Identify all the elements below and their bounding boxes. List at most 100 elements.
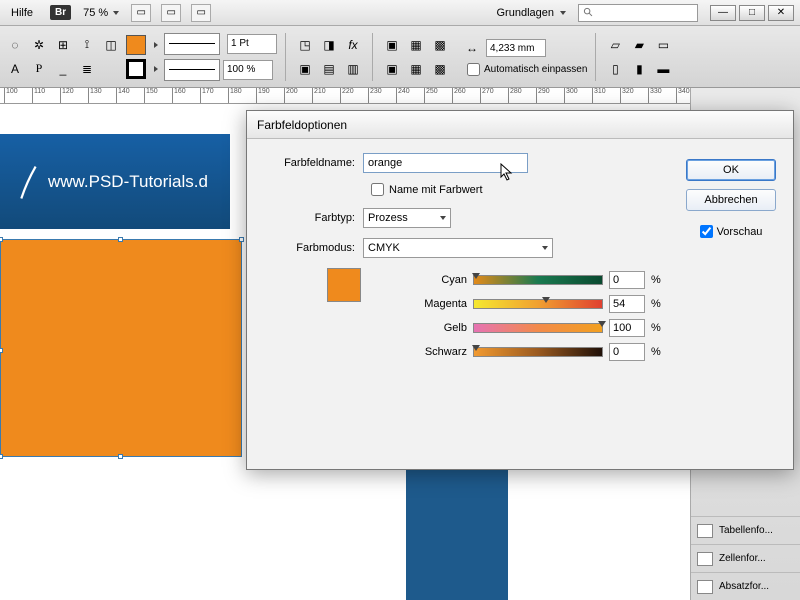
letter-a-icon[interactable]: A bbox=[4, 58, 26, 80]
menubar: Hilfe Br 75 % ▭ ▭ ▭ Grundlagen — □ ✕ bbox=[0, 0, 800, 26]
window-controls: — □ ✕ bbox=[710, 5, 794, 21]
search-input[interactable] bbox=[578, 4, 698, 22]
panel-item-label: Zellenfor... bbox=[719, 553, 766, 564]
stroke-preview[interactable] bbox=[164, 33, 220, 55]
maximize-button[interactable]: □ bbox=[739, 5, 765, 21]
crop-icon-3[interactable]: ▭ bbox=[652, 34, 674, 56]
yellow-label: Gelb bbox=[369, 322, 467, 334]
cell-styles-icon bbox=[697, 552, 713, 566]
swatch-name-input[interactable] bbox=[363, 153, 528, 173]
name-label: Farbfeldname: bbox=[259, 157, 363, 169]
reference-point-icon[interactable]: ⊞ bbox=[52, 34, 74, 56]
fit-icon-3[interactable]: ▩ bbox=[429, 34, 451, 56]
crop-icon-5[interactable]: ▮ bbox=[628, 58, 650, 80]
black-label: Schwarz bbox=[369, 346, 467, 358]
fx-icon[interactable]: fx bbox=[342, 34, 364, 56]
fill-swatch[interactable] bbox=[126, 35, 146, 55]
panel-item-label: Tabellenfo... bbox=[719, 525, 773, 536]
cyan-slider[interactable] bbox=[473, 275, 603, 285]
chevron-down-icon bbox=[113, 11, 119, 15]
chevron-right-icon[interactable] bbox=[154, 66, 158, 72]
wrap-icon-2[interactable]: ▤ bbox=[318, 58, 340, 80]
chevron-right-icon[interactable] bbox=[154, 42, 158, 48]
yellow-input[interactable] bbox=[609, 319, 645, 337]
cyan-label: Cyan bbox=[369, 274, 467, 286]
workspace-label: Grundlagen bbox=[497, 7, 555, 19]
crop-icon-2[interactable]: ▰ bbox=[628, 34, 650, 56]
table-styles-icon bbox=[697, 524, 713, 538]
preview-label: Vorschau bbox=[717, 226, 763, 238]
dialog-titlebar[interactable]: Farbfeldoptionen bbox=[247, 111, 793, 139]
stroke-style-preview[interactable] bbox=[164, 59, 220, 81]
chevron-down-icon bbox=[542, 246, 548, 250]
underscore-icon[interactable]: _ bbox=[52, 58, 74, 80]
magenta-input[interactable] bbox=[609, 295, 645, 313]
spread-icon[interactable]: ◫ bbox=[100, 34, 122, 56]
auto-fit-checkbox[interactable]: Automatisch einpassen bbox=[467, 63, 587, 76]
swatch-options-dialog: Farbfeldoptionen Farbfeldname: Name mit … bbox=[246, 110, 794, 470]
chevron-down-icon bbox=[440, 216, 446, 220]
effects-icon[interactable]: ◨ bbox=[318, 34, 340, 56]
view-mode-icon-3[interactable]: ▭ bbox=[191, 4, 211, 22]
view-mode-icon-1[interactable]: ▭ bbox=[131, 4, 151, 22]
menu-help[interactable]: Hilfe bbox=[6, 5, 38, 21]
ok-button[interactable]: OK bbox=[686, 159, 776, 181]
blank-tool[interactable] bbox=[100, 58, 122, 80]
magenta-slider[interactable] bbox=[473, 299, 603, 309]
panel-item-label: Absatzfor... bbox=[719, 581, 769, 592]
fit-icon-4[interactable]: ▣ bbox=[381, 58, 403, 80]
swatches bbox=[126, 34, 160, 80]
stroke-weight-input[interactable] bbox=[227, 34, 277, 54]
selected-rect-frame[interactable] bbox=[0, 239, 242, 457]
fit-icon-1[interactable]: ▣ bbox=[381, 34, 403, 56]
x-measure-input[interactable] bbox=[486, 39, 546, 57]
measure-icon[interactable]: ⟟ bbox=[76, 34, 98, 56]
fit-icon-2[interactable]: ▦ bbox=[405, 34, 427, 56]
options-toolbar: ◌ ✲ ⊞ ⟟ ◫ A P _ ≣ ◳ ◨ fx ▣ ▤ ▥ ▣ bbox=[0, 26, 800, 88]
colortype-select[interactable]: Prozess bbox=[363, 208, 451, 228]
close-button[interactable]: ✕ bbox=[768, 5, 794, 21]
panel-item-para-styles[interactable]: Absatzfor... bbox=[691, 572, 800, 600]
minimize-button[interactable]: — bbox=[710, 5, 736, 21]
panel-item-cell-styles[interactable]: Zellenfor... bbox=[691, 544, 800, 572]
crop-icon-1[interactable]: ▱ bbox=[604, 34, 626, 56]
zoom-selector[interactable]: 75 % bbox=[83, 7, 119, 19]
link-x-icon: ↔ bbox=[461, 37, 483, 59]
stroke-swatch[interactable] bbox=[126, 59, 146, 79]
para-styles-icon bbox=[697, 580, 713, 594]
auto-fit-check[interactable] bbox=[467, 63, 480, 76]
crop-icon-6[interactable]: ▬ bbox=[652, 58, 674, 80]
yellow-slider[interactable] bbox=[473, 323, 603, 333]
banner-frame[interactable]: www.PSD-Tutorials.d bbox=[0, 134, 230, 229]
colortype-value: Prozess bbox=[368, 212, 408, 224]
panel-item-table-styles[interactable]: Tabellenfo... bbox=[691, 516, 800, 544]
opacity-input[interactable] bbox=[223, 60, 273, 80]
crop-icon-4[interactable]: ▯ bbox=[604, 58, 626, 80]
search-icon bbox=[583, 7, 594, 18]
view-mode-icon-2[interactable]: ▭ bbox=[161, 4, 181, 22]
cyan-input[interactable] bbox=[609, 271, 645, 289]
name-with-value-checkbox[interactable] bbox=[371, 183, 384, 196]
fit-icon-5[interactable]: ▦ bbox=[405, 58, 427, 80]
cancel-button[interactable]: Abbrechen bbox=[686, 189, 776, 211]
horizontal-ruler: 1001101201301401501601701801902002102202… bbox=[0, 88, 800, 104]
colortype-label: Farbtyp: bbox=[259, 212, 363, 224]
blue-column-frame[interactable] bbox=[406, 464, 508, 600]
corner-icon[interactable]: ◳ bbox=[294, 34, 316, 56]
circle-dashed-icon[interactable]: ◌ bbox=[4, 34, 26, 56]
auto-fit-label: Automatisch einpassen bbox=[484, 64, 587, 75]
black-slider[interactable] bbox=[473, 347, 603, 357]
black-input[interactable] bbox=[609, 343, 645, 361]
magenta-label: Magenta bbox=[369, 298, 467, 310]
fit-icon-6[interactable]: ▩ bbox=[429, 58, 451, 80]
atom-icon[interactable]: ✲ bbox=[28, 34, 50, 56]
preview-checkbox[interactable] bbox=[700, 225, 713, 238]
wrap-icon-3[interactable]: ▥ bbox=[342, 58, 364, 80]
bridge-button[interactable]: Br bbox=[50, 5, 71, 20]
zoom-value: 75 % bbox=[83, 7, 108, 19]
colormode-select[interactable]: CMYK bbox=[363, 238, 553, 258]
group-icon[interactable]: ≣ bbox=[76, 58, 98, 80]
workspace-selector[interactable]: Grundlagen bbox=[497, 7, 567, 19]
wrap-icon-1[interactable]: ▣ bbox=[294, 58, 316, 80]
paragraph-icon[interactable]: P bbox=[28, 58, 50, 80]
